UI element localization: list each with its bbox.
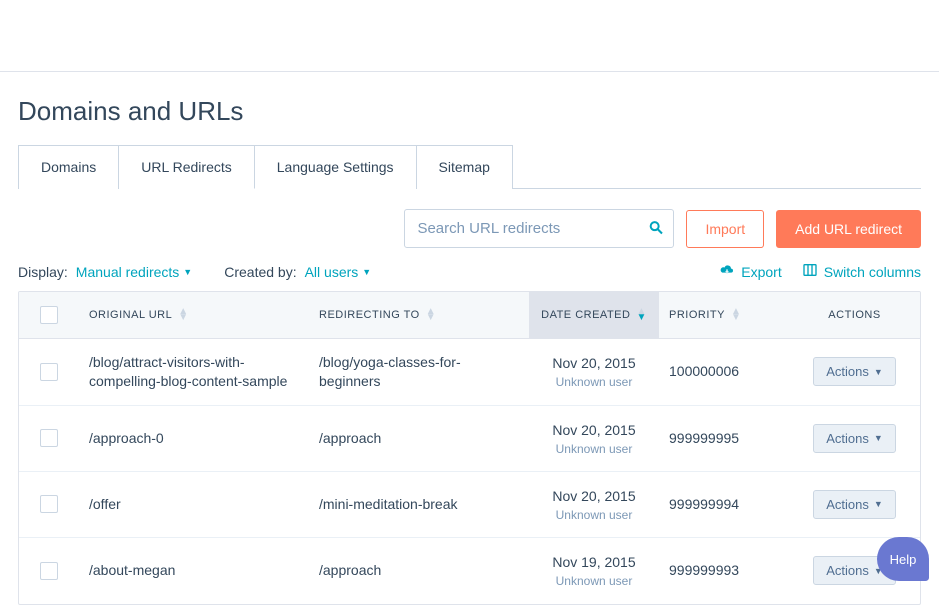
sort-icon: ▲▼ <box>636 309 646 321</box>
date-created: Nov 20, 2015 <box>552 354 635 373</box>
table-row: /approach-0 /approach Nov 20, 2015 Unknow… <box>19 406 920 472</box>
date-created: Nov 20, 2015 <box>552 487 635 506</box>
export-label: Export <box>741 264 781 280</box>
original-url: /offer <box>89 495 121 514</box>
switch-columns-link[interactable]: Switch columns <box>802 262 921 281</box>
priority-value: 999999993 <box>669 561 739 580</box>
priority-value: 999999995 <box>669 429 739 448</box>
columns-icon <box>802 262 818 281</box>
search-icon <box>648 219 664 238</box>
filter-left: Display: Manual redirects ▼ Created by: … <box>18 264 371 280</box>
header-priority[interactable]: PRIORITY ▲▼ <box>659 292 789 338</box>
redirecting-to: /mini-meditation-break <box>319 495 458 514</box>
original-url: /blog/attract-visitors-with-compelling-b… <box>89 353 299 391</box>
caret-down-icon: ▼ <box>362 267 371 277</box>
export-link[interactable]: Export <box>719 262 781 281</box>
row-checkbox[interactable] <box>40 562 58 580</box>
created-by-user: Unknown user <box>552 574 635 588</box>
created-by-user: Unknown user <box>552 375 635 389</box>
switch-columns-label: Switch columns <box>824 264 921 280</box>
redirects-table: ORIGINAL URL ▲▼ REDIRECTING TO ▲▼ DATE C… <box>18 291 921 605</box>
date-created: Nov 20, 2015 <box>552 421 635 440</box>
top-header-spacer <box>0 0 939 72</box>
actions-button[interactable]: Actions▼ <box>813 424 896 453</box>
add-url-redirect-button[interactable]: Add URL redirect <box>776 210 921 248</box>
row-checkbox[interactable] <box>40 495 58 513</box>
created-by-label: Created by: <box>224 264 296 280</box>
header-original-url[interactable]: ORIGINAL URL ▲▼ <box>79 292 309 338</box>
help-label: Help <box>890 552 917 567</box>
table-row: /blog/attract-visitors-with-compelling-b… <box>19 339 920 406</box>
search-input[interactable] <box>404 209 674 248</box>
row-checkbox[interactable] <box>40 429 58 447</box>
tabs-nav: Domains URL Redirects Language Settings … <box>18 145 921 189</box>
redirecting-to: /approach <box>319 429 381 448</box>
original-url: /approach-0 <box>89 429 164 448</box>
original-url: /about-megan <box>89 561 175 580</box>
display-value: Manual redirects <box>76 264 180 280</box>
select-all-checkbox[interactable] <box>40 306 58 324</box>
help-button[interactable]: Help <box>877 537 929 581</box>
priority-value: 100000006 <box>669 362 739 381</box>
table-row: /offer /mini-meditation-break Nov 20, 20… <box>19 472 920 538</box>
created-by-value: All users <box>305 264 359 280</box>
actions-button[interactable]: Actions▼ <box>813 357 896 386</box>
tab-domains[interactable]: Domains <box>18 145 119 189</box>
controls-row: Import Add URL redirect <box>18 209 921 248</box>
cloud-download-icon <box>719 262 735 281</box>
date-created: Nov 19, 2015 <box>552 553 635 572</box>
display-label: Display: <box>18 264 68 280</box>
table-row: /about-megan /approach Nov 19, 2015 Unkno… <box>19 538 920 604</box>
table-header: ORIGINAL URL ▲▼ REDIRECTING TO ▲▼ DATE C… <box>19 292 920 339</box>
display-dropdown[interactable]: Manual redirects ▼ <box>76 264 192 280</box>
row-checkbox[interactable] <box>40 363 58 381</box>
priority-value: 999999994 <box>669 495 739 514</box>
created-by-user: Unknown user <box>552 442 635 456</box>
sort-icon: ▲▼ <box>731 309 741 321</box>
sort-icon: ▲▼ <box>178 309 188 321</box>
redirecting-to: /approach <box>319 561 381 580</box>
tab-sitemap[interactable]: Sitemap <box>417 145 513 189</box>
tab-language-settings[interactable]: Language Settings <box>255 145 417 189</box>
caret-down-icon: ▼ <box>874 433 883 443</box>
tab-url-redirects[interactable]: URL Redirects <box>119 145 255 189</box>
created-by-dropdown[interactable]: All users ▼ <box>305 264 372 280</box>
header-checkbox-cell <box>19 292 79 338</box>
caret-down-icon: ▼ <box>183 267 192 277</box>
header-actions: ACTIONS <box>789 292 920 338</box>
created-by-user: Unknown user <box>552 508 635 522</box>
caret-down-icon: ▼ <box>874 367 883 377</box>
actions-button[interactable]: Actions▼ <box>813 490 896 519</box>
import-button[interactable]: Import <box>686 210 764 248</box>
filter-right: Export Switch columns <box>719 262 921 281</box>
redirecting-to: /blog/yoga-classes-for-beginners <box>319 353 519 391</box>
filter-row: Display: Manual redirects ▼ Created by: … <box>18 262 921 281</box>
header-redirecting-to[interactable]: REDIRECTING TO ▲▼ <box>309 292 529 338</box>
header-date-created[interactable]: DATE CREATED ▲▼ <box>529 292 659 338</box>
sort-icon: ▲▼ <box>426 309 436 321</box>
search-wrap <box>404 209 674 248</box>
caret-down-icon: ▼ <box>874 499 883 509</box>
page-title: Domains and URLs <box>18 96 921 127</box>
